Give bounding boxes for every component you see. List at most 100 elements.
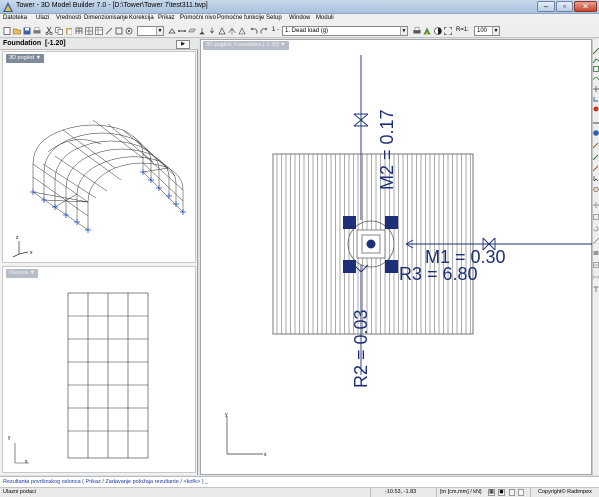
moment-m2-label: M2 = 0.17 [377,109,397,190]
tower-app-icon [3,2,13,12]
preview-2d-view[interactable]: Osnova ▼ y x [2,266,196,473]
step-label: 1 - [272,27,280,33]
status-units: [m [cm,mm] / kN] [440,489,482,495]
ruler-icon[interactable] [593,120,599,126]
menu-item-korekcija[interactable]: Korekcija [129,15,154,21]
save-icon[interactable] [23,27,31,35]
snap-toggle-icon[interactable]: ◼ [498,489,505,496]
panel-toggle-button[interactable]: ▶ [176,40,190,49]
menu-bar: Datoteka Ulazi Vrednosti Dimenzionisanje… [0,14,599,25]
status-coordinates: -10.53, -1.83 [385,489,417,495]
menu-item-vrednosti[interactable]: Vrednosti [56,15,81,21]
table-icon[interactable] [95,27,103,35]
application-window: Tower - 3D Model Builder 7.0 - [D:\Tower… [0,0,599,497]
menu-item-datoteka[interactable]: Datoteka [3,15,27,21]
polar-toggle-icon[interactable] [518,489,524,496]
paste-icon[interactable] [65,27,73,35]
menu-item-pomocne-funkcije[interactable]: Pomoćne funkcije [217,15,264,21]
new-file-icon[interactable] [3,27,11,35]
beam-icon[interactable] [178,27,186,35]
status-divider [436,488,437,497]
reaction-r3-label: R3 = 6.80 [399,264,478,284]
eraser-icon[interactable] [593,165,599,171]
marker-icon[interactable] [593,106,599,112]
load-case-select[interactable]: 1. Dead load (g) ▼ [282,26,408,36]
group-icon[interactable] [593,262,599,268]
undo-icon[interactable] [250,27,258,35]
title-bar: Tower - 3D Model Builder 7.0 - [D:\Tower… [0,0,599,14]
ratio-select[interactable]: 100 ▼ [474,26,500,36]
ortho-icon[interactable] [593,96,599,102]
draw-rect-icon[interactable] [593,66,599,72]
main-toolbar: ▼ 1 - 1. Dead load (g) ▼ R=1: 100 ▼ [0,25,599,38]
dimension-icon[interactable] [593,274,599,280]
status-divider [370,488,371,497]
select-icon[interactable] [593,175,599,181]
main-view[interactable]: 3D pogled: Foundation [-1.20] ▼ M2 = 0.1… [200,39,593,475]
scale-icon[interactable] [593,238,599,244]
array-icon[interactable] [238,27,246,35]
menu-item-setup[interactable]: Setup [266,15,282,21]
text-tool-icon[interactable] [593,286,599,292]
copy-icon[interactable] [55,27,63,35]
section-icon[interactable] [218,27,226,35]
brush-icon[interactable] [593,154,599,160]
target-icon[interactable] [125,27,133,35]
open-file-icon[interactable] [13,27,21,35]
menu-item-dimenzionisanje[interactable]: Dimenzionisanje [84,15,128,21]
contrast-icon[interactable] [434,27,442,35]
command-line[interactable]: Rezultanta površinskog oslonca ( Prikaz … [0,476,599,487]
slab-icon[interactable] [188,27,196,35]
axis-z-label: z [16,235,19,241]
redo-icon[interactable] [260,27,268,35]
level-title: Foundation [-1.20] [3,40,66,47]
mirror-icon[interactable] [228,27,236,35]
node-icon[interactable] [168,27,176,35]
pen-icon[interactable] [593,142,599,148]
status-mode: Ulazni podaci [3,489,37,495]
column-center [366,239,376,249]
menu-item-prikaz[interactable]: Prikaz [158,15,175,21]
rotate-element-icon[interactable] [593,226,599,232]
maximize-button[interactable]: ▫ [556,1,573,12]
ratio-value: 100 [477,28,488,34]
support-icon[interactable] [198,27,206,35]
grid-icon[interactable] [85,27,93,35]
info-icon[interactable] [593,130,599,136]
menu-item-pomocni-nivo[interactable]: Pomoćni nivo [180,15,216,21]
hand-icon[interactable] [593,186,599,192]
minimize-button[interactable]: – [537,1,555,12]
menu-item-moduli[interactable]: Moduli [316,15,334,21]
grid-toggle-icon[interactable]: ▦ [488,489,495,496]
menu-item-ulazi[interactable]: Ulazi [36,15,49,21]
fit-view-icon[interactable] [444,27,452,35]
chevron-down-icon: ▼ [156,27,163,35]
command-prompt: Rezultanta površinskog oslonca ( Prikaz … [3,479,209,485]
printer-icon[interactable] [413,27,421,35]
measure-icon[interactable] [105,27,113,35]
draw-line-icon[interactable] [593,48,599,54]
print-icon[interactable] [33,27,41,35]
cut-icon[interactable] [45,27,53,35]
copy-element-icon[interactable] [593,214,599,220]
palette-icon[interactable] [423,27,431,35]
preview-3d-view[interactable]: 3D pogled ▼ z x [2,51,196,263]
left-panel-header: Foundation [-1.20] ▶ [0,39,198,50]
load-case-value: 1. Dead load (g) [285,28,329,34]
ortho-toggle-icon[interactable] [509,489,515,496]
layer-select[interactable]: ▼ [137,26,164,36]
menu-item-window[interactable]: Window [289,15,310,21]
draw-arc-icon[interactable] [593,75,599,81]
draw-polyline-icon[interactable] [593,57,599,63]
load-icon[interactable] [208,27,216,35]
status-divider [530,488,531,497]
frame-icon[interactable] [115,27,123,35]
chevron-down-icon: ▼ [400,27,407,35]
reaction-r2-label: R2 = 0.03 [351,309,371,388]
chevron-down-icon: ▼ [492,27,499,35]
move-icon[interactable] [593,202,599,208]
close-button[interactable]: ✕ [574,1,597,12]
snap-icon[interactable] [593,86,599,92]
layers-icon[interactable] [593,250,599,256]
structure-icon[interactable] [75,27,83,35]
